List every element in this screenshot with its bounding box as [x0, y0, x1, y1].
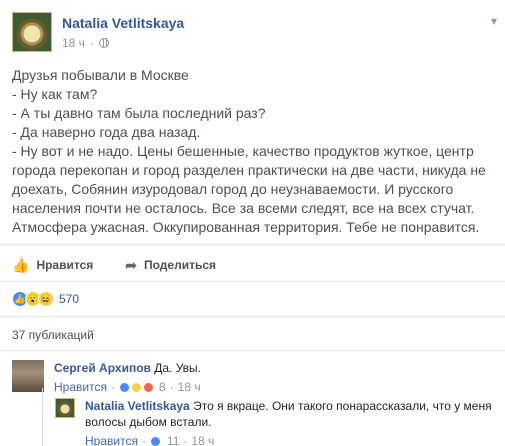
reply-body: Natalia Vetlitskaya Это я вкраце. Они та…	[85, 398, 495, 446]
post-line: - Да наверно года два назад.	[12, 124, 201, 140]
post-author[interactable]: Natalia Vetlitskaya	[62, 15, 184, 31]
divider	[0, 244, 505, 245]
thumbs-up-icon: 👍	[12, 256, 30, 273]
publications-link[interactable]: 37 публикаций	[12, 328, 94, 342]
separator-dot: ·	[89, 36, 94, 50]
share-button[interactable]: ➦ Поделиться	[125, 254, 216, 276]
like-label: Нравится	[36, 258, 94, 272]
reply-time[interactable]: 18 ч	[191, 433, 214, 446]
post-meta: 18 ч ·	[62, 36, 109, 50]
reaction-count[interactable]: 570	[59, 292, 79, 306]
share-label: Поделиться	[144, 258, 217, 272]
chevron-down-icon[interactable]: ▾	[491, 14, 497, 28]
post-actions: 👍 Нравится ➦ Поделиться	[12, 254, 496, 276]
post-line: - А ты давно там была последний раз?	[12, 105, 266, 121]
reply-reaction-count[interactable]: 11	[167, 433, 179, 446]
reply-footer: Нравится · 11 · 18 ч	[85, 433, 495, 446]
haha-reaction-icon: 😆	[38, 291, 54, 307]
reactions-summary[interactable]: 👍 😮 😆 570	[12, 290, 79, 308]
post-text: Друзья побывали в Москве - Ну как там? -…	[12, 66, 496, 237]
comment-text: Да. Увы.	[154, 361, 202, 375]
divider	[0, 316, 505, 317]
like-reaction-icon	[149, 435, 161, 446]
divider	[0, 281, 505, 282]
author-avatar[interactable]	[12, 12, 52, 52]
divider	[0, 350, 505, 351]
reply-avatar[interactable]	[55, 398, 75, 418]
comment-author[interactable]: Сергей Архипов	[54, 361, 151, 375]
reply-like-link[interactable]: Нравится	[85, 433, 138, 446]
post-line: Друзья побывали в Москве	[12, 67, 189, 83]
reply: Natalia Vetlitskaya Это я вкраце. Они та…	[55, 398, 495, 446]
post-time[interactable]: 18 ч	[62, 36, 85, 50]
like-button[interactable]: 👍 Нравится	[12, 254, 93, 276]
globe-icon	[98, 38, 109, 48]
share-arrow-icon: ➦	[125, 256, 137, 273]
reply-thread: Natalia Vetlitskaya Это я вкраце. Они та…	[42, 388, 497, 446]
commenter-avatar[interactable]	[12, 360, 44, 392]
post-line: - Ну как там?	[12, 86, 98, 102]
reply-author[interactable]: Natalia Vetlitskaya	[85, 399, 190, 413]
post-line: - Ну вот и не надо. Цены бешенные, качес…	[12, 143, 486, 235]
post-header: Natalia Vetlitskaya 18 ч · ▾	[12, 12, 497, 56]
